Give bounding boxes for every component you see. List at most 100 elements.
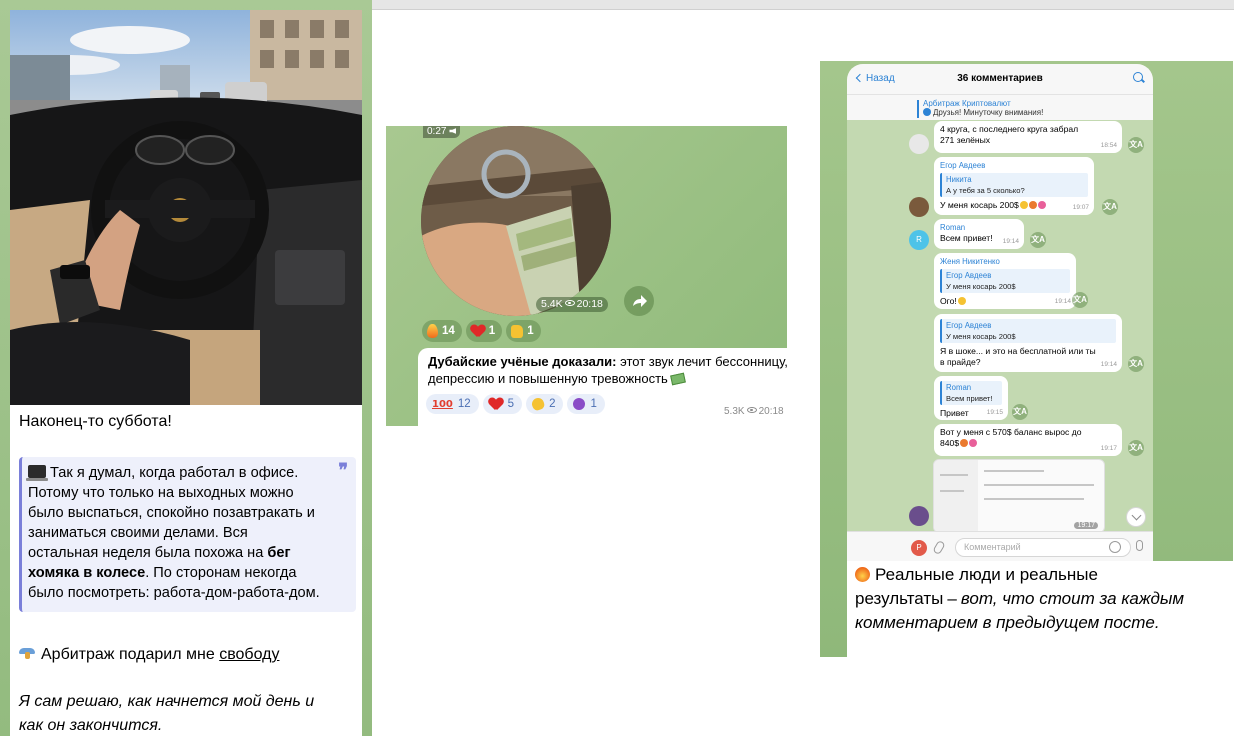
post-title: Наконец-то суббота! [19, 413, 172, 430]
message-time: 20:18 [758, 406, 784, 417]
emoji-icon [957, 297, 966, 305]
avatar[interactable] [909, 134, 929, 154]
reaction-fire-count: 14 [442, 325, 455, 337]
message-bold: Дубайские учёные доказали: [428, 354, 617, 369]
video-meta: 5.4K 20:18 [536, 297, 608, 312]
emoji-icon [1037, 201, 1046, 209]
italic-paragraph: Я сам решаю, как начнется мой день и как… [19, 690, 354, 736]
reaction-clap[interactable]: 2 [526, 394, 564, 414]
comment-2-reply[interactable]: Никита А у тебя за 5 сколько? [940, 173, 1088, 197]
comment-4: Женя Никитенко Егор Авдеев У меня косарь … [934, 253, 1076, 309]
pinned-bar [917, 100, 919, 118]
scroll-down-button[interactable] [1126, 507, 1146, 527]
message-views: 5.3K [724, 406, 745, 417]
image-line [940, 474, 968, 476]
heart-icon [489, 398, 503, 410]
share-button[interactable] [624, 286, 654, 316]
image-sidebar [934, 460, 978, 532]
video-duration: 0:27 [423, 126, 461, 138]
translate-icon[interactable]: 文A [1072, 292, 1088, 308]
comment-3-time: 19:14 [1002, 238, 1019, 245]
microphone-icon[interactable] [1136, 540, 1143, 551]
reply-text: Всем привет! [946, 394, 993, 403]
share-arrow-icon [633, 295, 647, 307]
comment-5-text1: Я в шоке... и это на бесплатной или ты [940, 346, 1096, 356]
translate-icon[interactable]: 文A [1128, 356, 1144, 372]
round-video[interactable] [421, 126, 611, 316]
sticker-icon[interactable] [1109, 541, 1121, 553]
attach-icon[interactable] [932, 539, 946, 556]
caption-line1: Реальные люди и реальные [875, 565, 1098, 584]
reply-name: Roman [946, 383, 972, 392]
video-time: 20:18 [576, 298, 603, 310]
image-line [984, 470, 1044, 472]
freedom-line: Арбитраж подарил мне свободу [19, 646, 279, 664]
caption-italic1: вот, что стоит за каждым [960, 589, 1185, 608]
message-rest2: депрессию и повышенную тревожность [428, 371, 668, 386]
avatar-roman[interactable]: R [909, 230, 929, 250]
avatar[interactable] [909, 197, 929, 217]
quote-line4: заниматься своими делами. Вся [28, 525, 248, 541]
reaction-heart2[interactable]: 5 [482, 394, 523, 414]
freedom-link[interactable]: свободу [219, 646, 279, 663]
reply-text: У меня косарь 200$ [946, 282, 1016, 291]
image-line [984, 498, 1084, 500]
translate-icon[interactable]: 文A [1012, 404, 1028, 420]
translate-icon[interactable]: 文A [1102, 199, 1118, 215]
comment-4-reply[interactable]: Егор Авдеев У меня косарь 200$ [940, 269, 1070, 293]
reply-name: Егор Авдеев [946, 321, 992, 330]
emoji-icon [1028, 201, 1037, 209]
bird-icon [19, 646, 35, 660]
emoji-icon [1019, 201, 1028, 209]
comment-input[interactable]: Комментарий [955, 538, 1131, 557]
quote-after-bold: . По сторонам некогда [145, 565, 297, 581]
comment-2-time: 19:07 [1072, 204, 1089, 211]
post-card-dubai: 0:27 5.4K 20:18 14 1 1 Дубайские учёные д… [386, 126, 787, 426]
image-line [984, 484, 1094, 486]
message-reactions: 100 12 5 2 1 [426, 394, 605, 414]
comment-1-time: 18:54 [1100, 142, 1117, 149]
quote-line7: было посмотреть: работа-дом-работа-дом. [28, 585, 320, 601]
quote-line3: было выспаться, спокойно позавтракать и [28, 505, 315, 521]
mute-icon[interactable] [449, 128, 457, 134]
reaction-100[interactable]: 100 12 [426, 394, 479, 414]
reaction-fire[interactable]: 14 [422, 320, 462, 342]
translate-icon[interactable]: 文A [1128, 440, 1144, 456]
reaction-devil[interactable]: 1 [567, 394, 605, 414]
comment-1-text2: 271 зелёных [940, 135, 991, 145]
translate-icon[interactable]: 文A [1128, 137, 1144, 153]
pinned-message[interactable]: Арбитраж Криптовалют Друзья! Минуточку в… [847, 94, 1153, 120]
comment-screenshot-image[interactable]: 19:17 [933, 459, 1105, 533]
italic-line1: Я сам решаю, как начнется мой день и [19, 693, 315, 710]
comment-input-bar: P Комментарий [847, 531, 1153, 561]
video-reactions: 14 1 1 [422, 320, 541, 342]
comment-3: Roman Всем привет! 19:14 [934, 219, 1024, 249]
reaction-heart[interactable]: 1 [465, 320, 503, 342]
eye-icon [564, 300, 575, 306]
comment-6-text: Привет [940, 408, 969, 418]
comment-5-time: 19:14 [1100, 361, 1117, 368]
caption-dash: – [947, 589, 957, 608]
reply-text: А у тебя за 5 сколько? [946, 186, 1025, 195]
comments-title: 36 комментариев [957, 73, 1043, 84]
comment-3-author: Roman [940, 223, 966, 232]
search-icon[interactable] [1133, 72, 1143, 82]
translate-icon[interactable]: 文A [1030, 232, 1046, 248]
comment-2-text: У меня косарь 200$ [940, 200, 1019, 210]
pinned-msg: Друзья! Минуточку внимания! [933, 108, 1044, 117]
comment-6-time: 19:15 [986, 409, 1003, 416]
comment-7-text2: 840$ [940, 438, 960, 448]
comment-3-text: Всем привет! [940, 233, 993, 243]
reaction-devil-count: 1 [590, 398, 597, 410]
reply-name: Егор Авдеев [946, 271, 992, 280]
comment-1: 4 круга, с последнего круга забрал 271 з… [934, 121, 1122, 153]
reply-name: Никита [946, 175, 972, 184]
reaction-100-count: 12 [457, 398, 471, 410]
comment-5-reply[interactable]: Егор Авдеев У меня косарь 200$ [940, 319, 1116, 343]
user-avatar[interactable]: P [911, 540, 927, 556]
reaction-thumb[interactable]: 1 [506, 320, 541, 342]
car-interior-photo[interactable] [10, 10, 362, 405]
avatar[interactable] [909, 506, 929, 526]
quote-line1: Так я думал, когда работал в офисе. [50, 465, 299, 481]
comment-6-reply[interactable]: Roman Всем привет! [940, 381, 1002, 405]
